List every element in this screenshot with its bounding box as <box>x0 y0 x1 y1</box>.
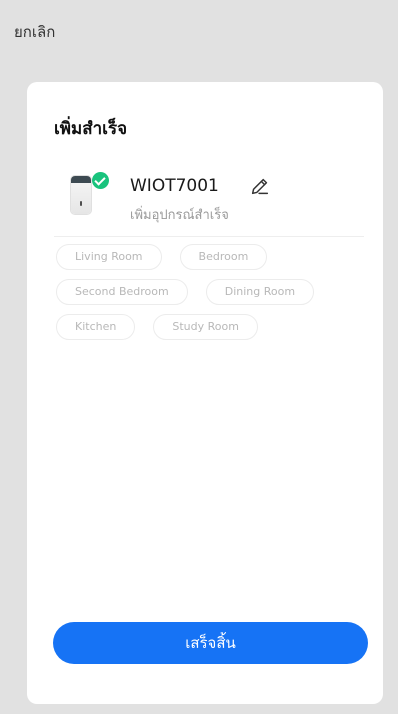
device-status: เพิ่มอุปกรณ์สำเร็จ <box>130 208 229 223</box>
page-title: เพิ่มสำเร็จ <box>54 119 128 139</box>
room-chip-living-room[interactable]: Living Room <box>56 244 162 270</box>
room-row: Second Bedroom Dining Room <box>56 279 366 305</box>
room-chip-kitchen[interactable]: Kitchen <box>56 314 136 340</box>
room-chip-second-bedroom[interactable]: Second Bedroom <box>56 279 188 305</box>
done-button[interactable]: เสร็จสิ้น <box>53 622 368 664</box>
device-row: WIOT7001 เพิ่มอุปกรณ์สำเร็จ <box>54 166 364 237</box>
check-circle-icon <box>92 172 109 189</box>
device-icon <box>71 176 91 214</box>
room-chip-study-room[interactable]: Study Room <box>153 314 258 340</box>
room-chip-dining-room[interactable]: Dining Room <box>205 279 315 305</box>
room-list: Living Room Bedroom Second Bedroom Dinin… <box>56 244 366 349</box>
success-card: เพิ่มสำเร็จ WIOT7001 เพิ่มอุปกรณ์สำเร็จ … <box>27 82 383 704</box>
device-indicator <box>80 201 82 206</box>
room-row: Living Room Bedroom <box>56 244 366 270</box>
room-row: Kitchen Study Room <box>56 314 366 340</box>
room-chip-bedroom[interactable]: Bedroom <box>179 244 268 270</box>
device-name: WIOT7001 <box>130 176 219 196</box>
pencil-icon[interactable] <box>249 175 271 197</box>
cancel-button[interactable]: ยกเลิก <box>14 20 55 44</box>
